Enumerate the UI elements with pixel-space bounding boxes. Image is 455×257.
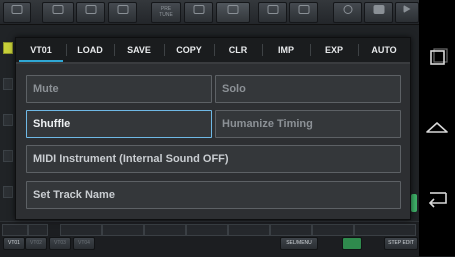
tab-auto[interactable]: AUTO bbox=[361, 38, 407, 62]
sel-menu-button[interactable]: SEL/MENU bbox=[280, 237, 318, 250]
play-icon bbox=[403, 5, 411, 13]
piano-icon bbox=[193, 5, 204, 14]
stop-button[interactable] bbox=[364, 2, 393, 23]
track-button-vt04[interactable]: VT04 bbox=[73, 237, 95, 250]
grid-cell bbox=[354, 224, 416, 236]
side-chip bbox=[3, 42, 13, 54]
active-track-marker bbox=[411, 194, 417, 212]
grid-cell bbox=[28, 224, 48, 236]
pre-tune-label: PRE TUNE bbox=[159, 6, 173, 18]
tab-divider bbox=[310, 44, 311, 56]
grid-cell bbox=[270, 224, 312, 236]
tab-copy[interactable]: COPY bbox=[167, 38, 211, 62]
tab-divider bbox=[214, 44, 215, 56]
record-mode-button[interactable] bbox=[76, 2, 105, 23]
track-button-vt02[interactable]: VT02 bbox=[25, 237, 47, 250]
record-icon bbox=[343, 5, 352, 14]
tab-divider bbox=[358, 44, 359, 56]
track-button-vt03[interactable]: VT03 bbox=[49, 237, 71, 250]
grid-cell bbox=[2, 224, 28, 236]
grid-cell bbox=[228, 224, 270, 236]
grid-cell bbox=[102, 224, 144, 236]
bottom-track-bar: VT01 VT02 VT03 VT04 SEL/MENU STEP EDIT bbox=[0, 221, 419, 257]
back-icon[interactable] bbox=[419, 188, 455, 210]
loop-button[interactable] bbox=[42, 2, 74, 23]
mixer-button[interactable] bbox=[108, 2, 137, 23]
step-edit-button[interactable]: STEP EDIT bbox=[384, 237, 418, 250]
android-nav-bar bbox=[419, 0, 455, 256]
export-icon bbox=[267, 5, 278, 14]
tab-divider bbox=[262, 44, 263, 56]
mixer-icon bbox=[117, 5, 128, 14]
shuffle-button[interactable]: Shuffle bbox=[26, 110, 212, 138]
tab-clr[interactable]: CLR bbox=[217, 38, 259, 62]
grid-cell bbox=[312, 224, 354, 236]
menu-icon bbox=[11, 5, 23, 14]
grid-cell bbox=[60, 224, 102, 236]
grid-button[interactable] bbox=[289, 2, 318, 23]
tab-divider bbox=[66, 44, 67, 56]
side-chip bbox=[3, 150, 13, 162]
keyboard-button[interactable] bbox=[184, 2, 213, 23]
record-mode-icon bbox=[85, 5, 96, 14]
side-chip bbox=[3, 114, 13, 126]
export-button[interactable] bbox=[258, 2, 287, 23]
green-toggle[interactable] bbox=[342, 237, 362, 250]
stop-icon bbox=[373, 5, 384, 14]
tab-imp[interactable]: IMP bbox=[265, 38, 307, 62]
recent-apps-icon[interactable] bbox=[419, 47, 455, 69]
loop-icon bbox=[52, 5, 64, 14]
side-chip bbox=[3, 78, 13, 90]
tab-save[interactable]: SAVE bbox=[117, 38, 161, 62]
track-options-dialog: VT01 LOAD SAVE COPY CLR IMP EXP AUTO Mut… bbox=[15, 37, 411, 220]
solo-button[interactable]: Solo bbox=[215, 75, 401, 103]
record-button[interactable] bbox=[333, 2, 362, 23]
tab-load[interactable]: LOAD bbox=[69, 38, 111, 62]
grid-cell bbox=[144, 224, 186, 236]
sequencer-icon bbox=[227, 5, 239, 14]
humanize-timing-button[interactable]: Humanize Timing bbox=[215, 110, 401, 138]
tab-divider bbox=[114, 44, 115, 56]
tab-divider bbox=[164, 44, 165, 56]
midi-instrument-button[interactable]: MIDI Instrument (Internal Sound OFF) bbox=[26, 145, 401, 173]
play-button[interactable] bbox=[395, 2, 419, 23]
track-button-vt01[interactable]: VT01 bbox=[3, 237, 25, 250]
home-icon[interactable] bbox=[419, 117, 455, 139]
sequencer-button[interactable] bbox=[216, 2, 250, 23]
pre-tune-button[interactable]: PRE TUNE bbox=[151, 2, 181, 23]
grid-cell bbox=[186, 224, 228, 236]
tab-exp[interactable]: EXP bbox=[313, 38, 355, 62]
menu-button[interactable] bbox=[3, 2, 31, 23]
set-track-name-button[interactable]: Set Track Name bbox=[26, 181, 401, 209]
mute-button[interactable]: Mute bbox=[26, 75, 212, 103]
grid-icon bbox=[298, 5, 309, 14]
tab-vt01[interactable]: VT01 bbox=[19, 38, 63, 62]
top-toolbar: PRE TUNE bbox=[0, 0, 419, 25]
side-chip bbox=[3, 186, 13, 198]
dialog-tab-bar: VT01 LOAD SAVE COPY CLR IMP EXP AUTO bbox=[16, 38, 410, 64]
